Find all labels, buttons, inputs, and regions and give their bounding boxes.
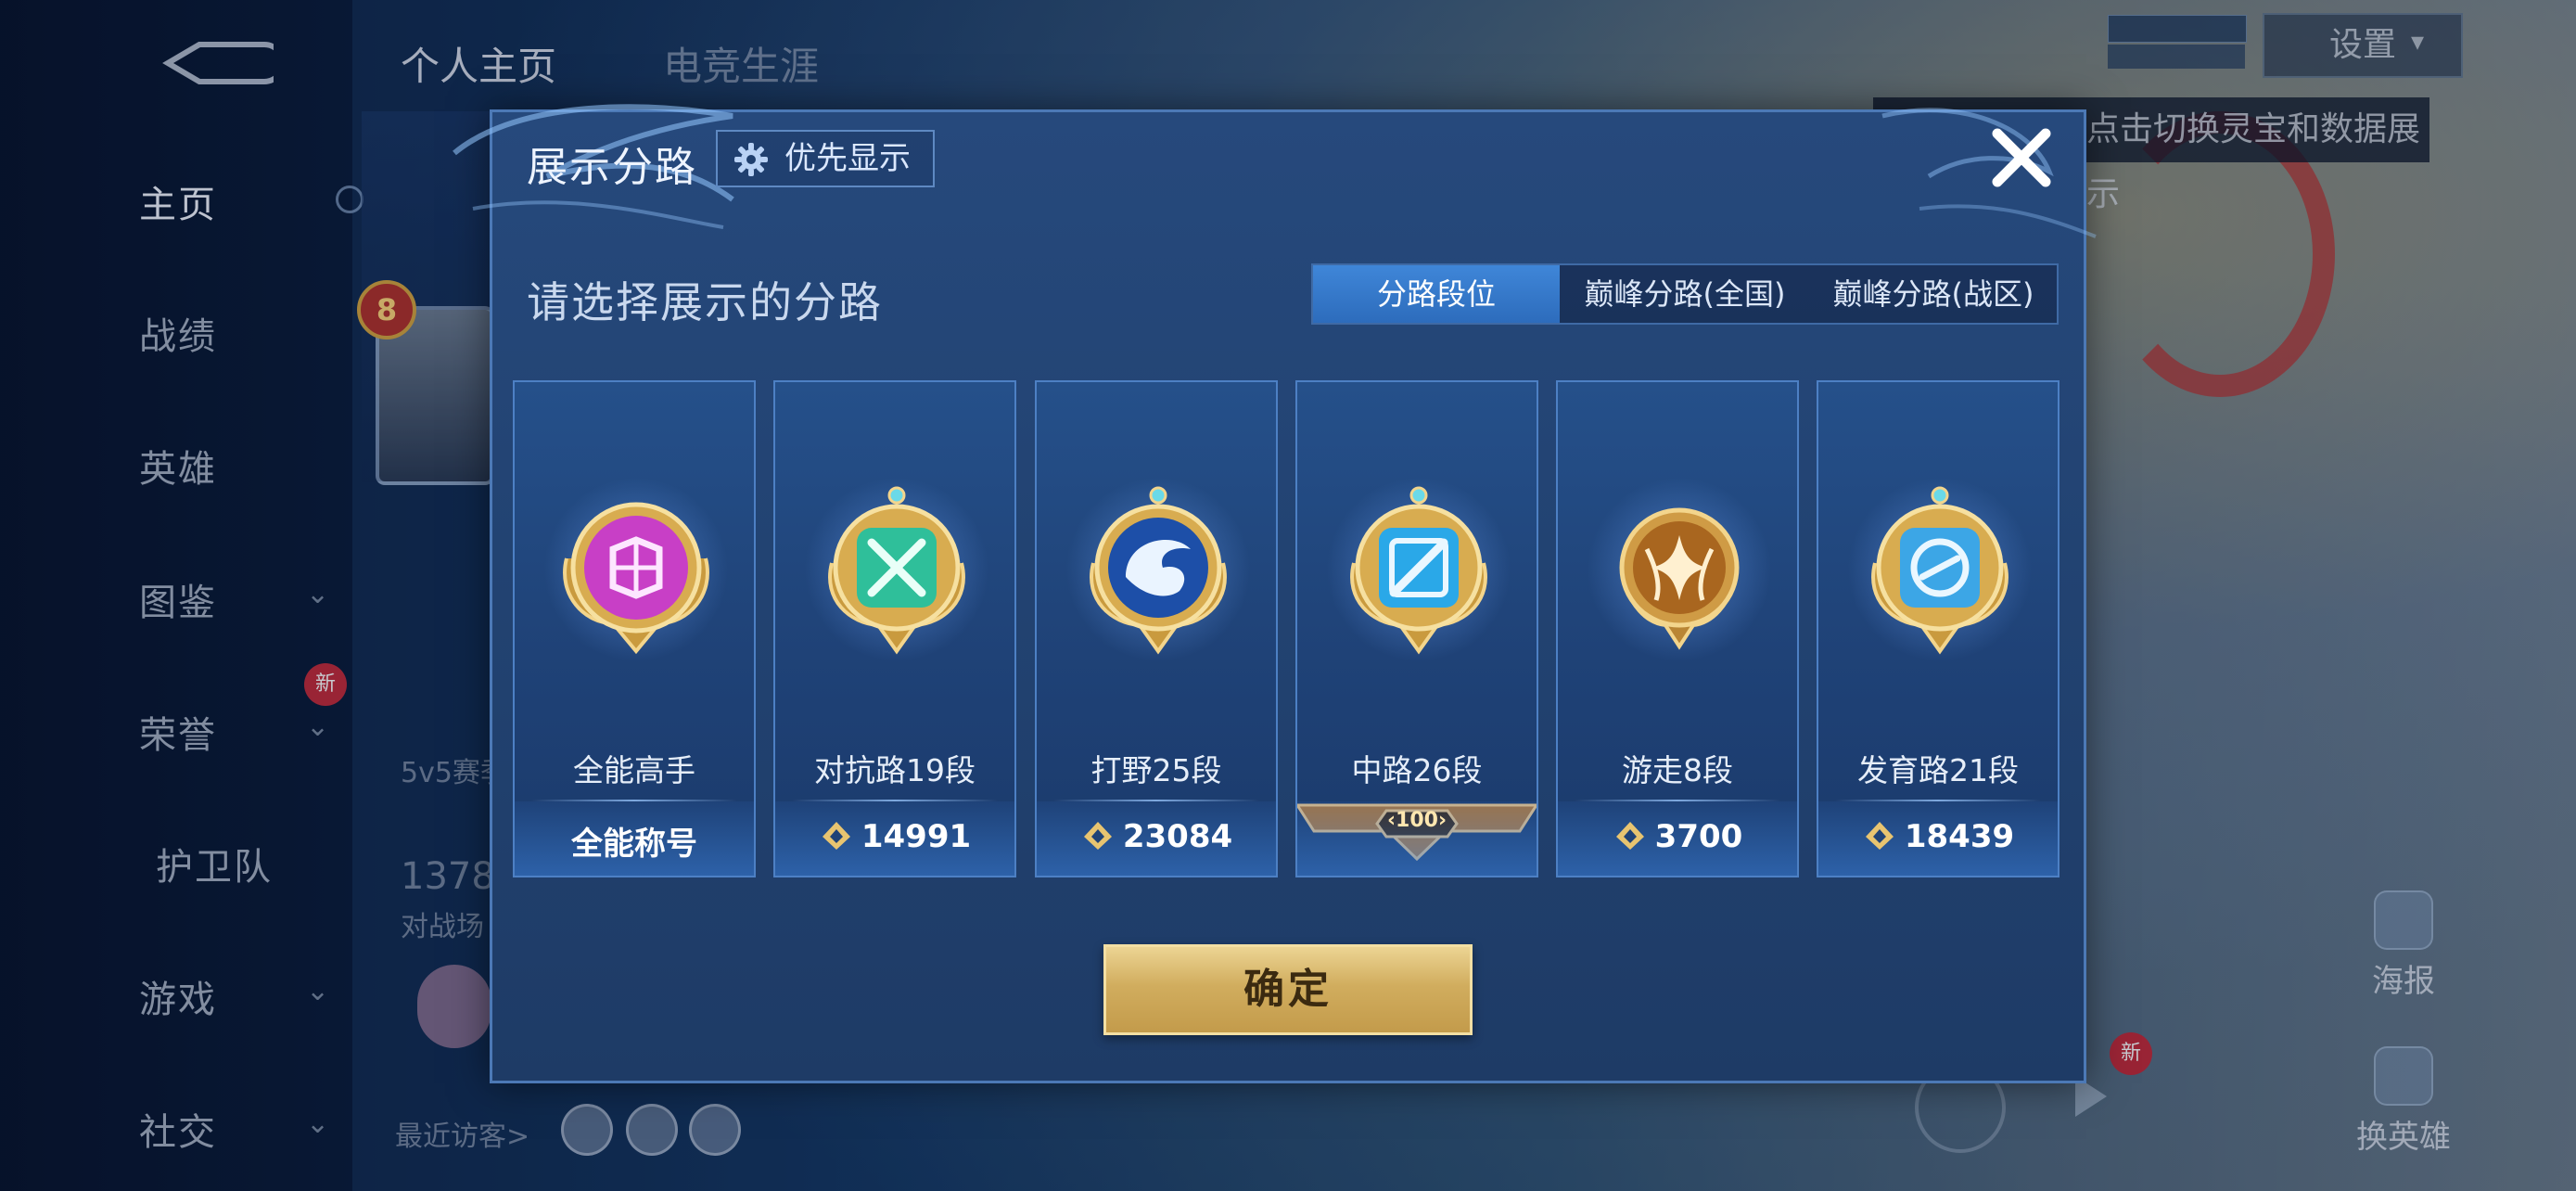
lane-name: 打野25段 — [1090, 752, 1222, 788]
all-round-medal-icon — [563, 502, 709, 655]
tab-lane-rank[interactable]: 分路段位 — [1313, 265, 1560, 323]
clash-lane-medal-icon — [828, 486, 965, 655]
lane-value: 3700 — [1558, 818, 1797, 855]
lane-value-text: 3700 — [1654, 818, 1743, 855]
lane-card-clash[interactable]: 对抗路19段 14991 — [773, 380, 1016, 877]
dialog-title: 展示分路 — [527, 144, 697, 191]
lane-card-roam[interactable]: 游走8段 3700 — [1556, 380, 1799, 877]
lane-type-tabs: 分路段位 巅峰分路(全国) 巅峰分路(战区) — [1311, 263, 2059, 325]
priority-display-label: 优先显示 — [784, 140, 911, 177]
lane-name: 发育路21段 — [1857, 752, 2019, 788]
gear-icon — [734, 143, 768, 176]
peak-points-icon — [1865, 822, 1894, 850]
lane-value: 23084 — [1037, 818, 1276, 855]
peak-points-icon — [1083, 822, 1112, 850]
lane-name: 中路26段 — [1351, 752, 1483, 788]
lane-value: 18439 — [1818, 818, 2058, 855]
lane-name: 全能高手 — [573, 752, 695, 788]
lane-card-all-round[interactable]: 全能高手 全能称号 — [513, 380, 756, 877]
lane-card-mid[interactable]: 中路26段 ‹100› — [1295, 380, 1538, 877]
lane-value: 14991 — [775, 818, 1014, 855]
lane-value: 全能称号 — [515, 818, 754, 864]
rank-number: ‹100› — [1386, 809, 1447, 832]
mid-lane-medal-icon — [1350, 486, 1487, 655]
lane-name: 游走8段 — [1622, 752, 1733, 788]
confirm-button[interactable]: 确定 — [1103, 944, 1473, 1035]
peak-points-icon — [822, 822, 850, 850]
lane-value-text: 23084 — [1122, 818, 1233, 855]
lane-card-jungle[interactable]: 打野25段 23084 — [1035, 380, 1278, 877]
lane-name: 对抗路19段 — [814, 752, 976, 788]
jungle-medal-icon — [1090, 486, 1227, 655]
priority-display-button[interactable]: 优先显示 — [716, 130, 935, 187]
roam-medal-icon — [1619, 507, 1740, 650]
close-icon[interactable] — [1984, 121, 2059, 195]
tab-peak-lane-national[interactable]: 巅峰分路(全国) — [1560, 265, 1810, 323]
lane-value-text: 全能称号 — [571, 826, 697, 863]
lane-value-text: 14991 — [861, 818, 972, 855]
lane-card-farm[interactable]: 发育路21段 18439 — [1817, 380, 2060, 877]
tab-peak-lane-region[interactable]: 巅峰分路(战区) — [1810, 265, 2057, 323]
dialog-subtitle: 请选择展示的分路 — [527, 277, 883, 327]
farm-lane-medal-icon — [1871, 486, 2009, 655]
peak-points-icon — [1615, 822, 1644, 850]
lane-value-text: 18439 — [1904, 818, 2015, 855]
